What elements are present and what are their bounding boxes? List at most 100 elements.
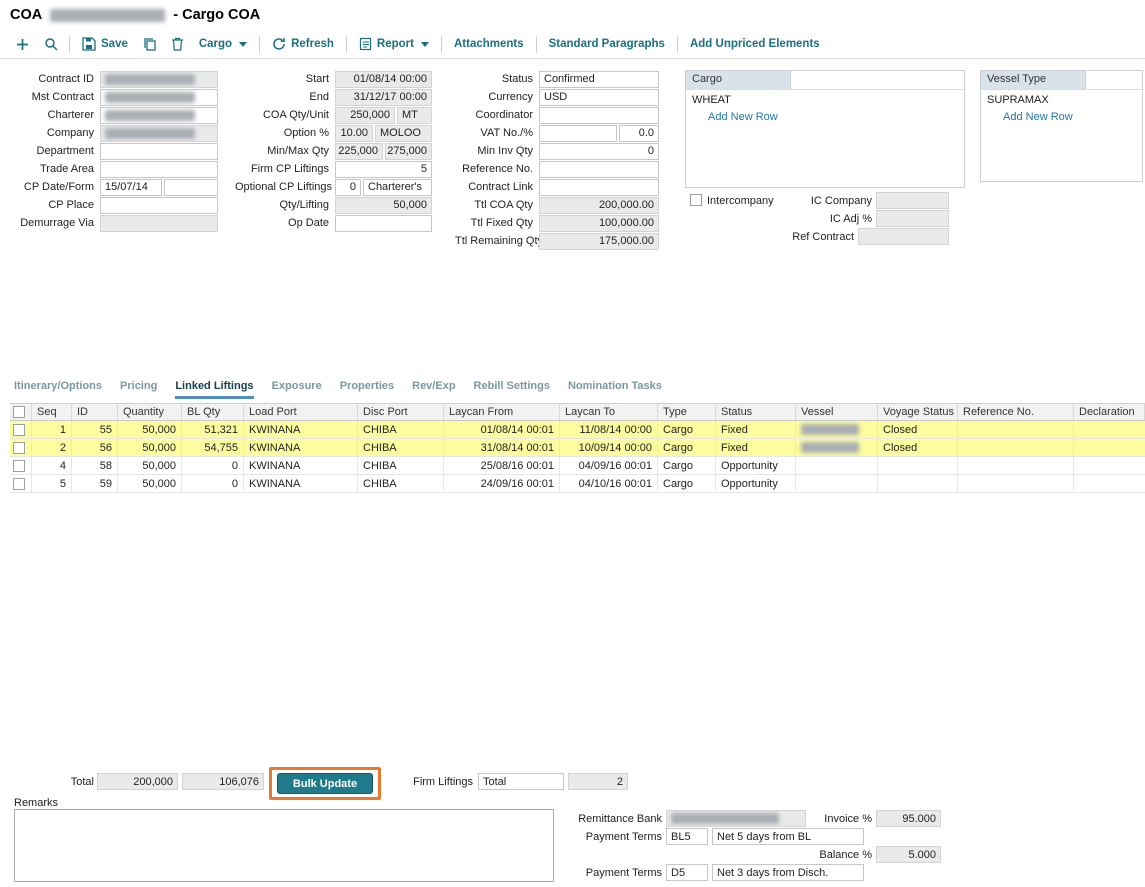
tab-nomination-tasks[interactable]: Nomination Tasks bbox=[568, 380, 662, 399]
total-bl-qty-field: 106,076 bbox=[182, 773, 264, 790]
cp-date-form-label: CP Date/Form bbox=[10, 181, 100, 193]
row-checkbox[interactable] bbox=[13, 478, 25, 490]
lifting-row-4[interactable]: 5 59 50,000 0 KWINANA CHIBA 24/09/16 00:… bbox=[10, 475, 1145, 493]
col-voyage-status[interactable]: Voyage Status bbox=[878, 404, 958, 420]
lifting-declaration bbox=[1074, 475, 1145, 492]
toolbar-divider bbox=[346, 36, 347, 53]
copy-button[interactable] bbox=[136, 37, 164, 51]
cp-place-field[interactable] bbox=[100, 197, 218, 214]
search-button[interactable] bbox=[37, 37, 65, 51]
tab-exposure[interactable]: Exposure bbox=[272, 380, 322, 399]
lifting-load-port: KWINANA bbox=[244, 439, 358, 456]
report-menu-button[interactable]: Report bbox=[351, 37, 437, 51]
lifting-row-2[interactable]: 2 56 50,000 54,755 KWINANA CHIBA 31/08/1… bbox=[10, 439, 1145, 457]
contract-id-label: Contract ID bbox=[10, 73, 100, 85]
cargo-add-new-row-link[interactable]: Add New Row bbox=[686, 107, 964, 123]
contract-link-field[interactable] bbox=[539, 179, 659, 196]
refresh-button[interactable]: Refresh bbox=[264, 37, 342, 51]
col-quantity[interactable]: Quantity bbox=[118, 404, 182, 420]
optional-cp-liftings-field[interactable]: 0 bbox=[335, 179, 361, 196]
lifting-row-3[interactable]: 4 58 50,000 0 KWINANA CHIBA 25/08/16 00:… bbox=[10, 457, 1145, 475]
currency-label: Currency bbox=[455, 91, 539, 103]
status-field[interactable]: Confirmed bbox=[539, 71, 659, 88]
col-bl-qty[interactable]: BL Qty bbox=[182, 404, 244, 420]
reference-no-field[interactable] bbox=[539, 161, 659, 178]
lifting-quantity: 50,000 bbox=[118, 475, 182, 492]
min-inv-qty-field[interactable]: 0 bbox=[539, 143, 659, 160]
lifting-type: Cargo bbox=[658, 439, 716, 456]
tab-linked-liftings[interactable]: Linked Liftings bbox=[175, 380, 253, 399]
coordinator-field[interactable] bbox=[539, 107, 659, 124]
cp-form-field[interactable] bbox=[164, 179, 218, 196]
tab-itinerary-options[interactable]: Itinerary/Options bbox=[14, 380, 102, 399]
cargo-menu-button[interactable]: Cargo bbox=[191, 38, 255, 50]
delete-button[interactable] bbox=[164, 37, 191, 51]
bulk-update-button[interactable]: Bulk Update bbox=[277, 773, 373, 794]
firm-cp-liftings-field[interactable]: 5 bbox=[335, 161, 432, 178]
vat-no-field[interactable] bbox=[539, 125, 617, 142]
tab-rev-exp[interactable]: Rev/Exp bbox=[412, 380, 455, 399]
col-type[interactable]: Type bbox=[658, 404, 716, 420]
tab-pricing[interactable]: Pricing bbox=[120, 380, 157, 399]
department-field[interactable] bbox=[100, 143, 218, 160]
lifting-disc-port: CHIBA bbox=[358, 439, 444, 456]
add-unpriced-elements-button[interactable]: Add Unpriced Elements bbox=[682, 38, 828, 50]
row-checkbox[interactable] bbox=[13, 460, 25, 472]
lifting-laycan-from: 25/08/16 00:01 bbox=[444, 457, 560, 474]
col-vessel[interactable]: Vessel bbox=[796, 404, 878, 420]
intercompany-checkbox[interactable] bbox=[690, 194, 702, 206]
attachments-button[interactable]: Attachments bbox=[446, 38, 532, 50]
tab-rebill-settings[interactable]: Rebill Settings bbox=[474, 380, 550, 399]
cargo-row[interactable]: WHEAT bbox=[686, 90, 964, 107]
col-status[interactable]: Status bbox=[716, 404, 796, 420]
op-date-field[interactable] bbox=[335, 215, 432, 232]
col-id[interactable]: ID bbox=[72, 404, 118, 420]
lifting-type: Cargo bbox=[658, 457, 716, 474]
balance-pct-label: Balance % bbox=[800, 849, 872, 861]
cp-date-field[interactable]: 15/07/14 bbox=[100, 179, 162, 196]
select-all-checkbox[interactable] bbox=[13, 406, 25, 418]
vessel-type-add-new-row-link[interactable]: Add New Row bbox=[981, 107, 1142, 123]
end-field: 31/12/17 00:00 bbox=[335, 89, 432, 106]
row-checkbox[interactable] bbox=[13, 424, 25, 436]
col-declaration[interactable]: Declaration bbox=[1074, 404, 1145, 420]
mst-contract-label: Mst Contract bbox=[10, 91, 100, 103]
lifting-row-1[interactable]: 1 55 50,000 51,321 KWINANA CHIBA 01/08/1… bbox=[10, 421, 1145, 439]
toolbar-divider bbox=[441, 36, 442, 53]
search-icon bbox=[44, 37, 58, 51]
invoice-pct-label: Invoice % bbox=[800, 813, 872, 825]
row-checkbox[interactable] bbox=[13, 442, 25, 454]
charterer-field[interactable] bbox=[100, 107, 218, 124]
col-reference-no[interactable]: Reference No. bbox=[958, 404, 1074, 420]
ttl-remaining-qty-field: 175,000.00 bbox=[539, 233, 659, 250]
col-load-port[interactable]: Load Port bbox=[244, 404, 358, 420]
add-button[interactable] bbox=[8, 37, 37, 52]
remarks-input[interactable] bbox=[14, 809, 554, 882]
lifting-status: Opportunity bbox=[716, 475, 796, 492]
mst-contract-field[interactable] bbox=[100, 89, 218, 106]
firm-cp-liftings-label: Firm CP Liftings bbox=[235, 163, 335, 175]
cp-place-label: CP Place bbox=[10, 199, 100, 211]
payment-terms2-label: Payment Terms bbox=[540, 867, 662, 879]
col-laycan-to[interactable]: Laycan To bbox=[560, 404, 658, 420]
optional-cp-option-field[interactable]: Charterer's bbox=[363, 179, 432, 196]
vessel-type-row[interactable]: SUPRAMAX bbox=[981, 90, 1142, 107]
lifting-id: 56 bbox=[72, 439, 118, 456]
col-seq[interactable]: Seq bbox=[32, 404, 72, 420]
lifting-status: Opportunity bbox=[716, 457, 796, 474]
currency-field[interactable]: USD bbox=[539, 89, 659, 106]
window-title: COA - Cargo COA bbox=[10, 5, 260, 25]
save-button[interactable]: Save bbox=[74, 37, 136, 51]
lifting-id: 55 bbox=[72, 421, 118, 438]
option-pct-field: 10.00 bbox=[335, 125, 373, 142]
trade-area-field[interactable] bbox=[100, 161, 218, 178]
standard-paragraphs-button[interactable]: Standard Paragraphs bbox=[541, 38, 673, 50]
payment-terms2-code-field[interactable]: D5 bbox=[666, 864, 708, 881]
tab-properties[interactable]: Properties bbox=[340, 380, 394, 399]
col-laycan-from[interactable]: Laycan From bbox=[444, 404, 560, 420]
vat-pct-field[interactable]: 0.0 bbox=[619, 125, 659, 142]
title-suffix: - Cargo COA bbox=[173, 7, 260, 23]
col-disc-port[interactable]: Disc Port bbox=[358, 404, 444, 420]
firm-liftings-mode-field[interactable]: Total bbox=[478, 773, 564, 790]
payment-terms-code-field[interactable]: BL5 bbox=[666, 828, 708, 845]
